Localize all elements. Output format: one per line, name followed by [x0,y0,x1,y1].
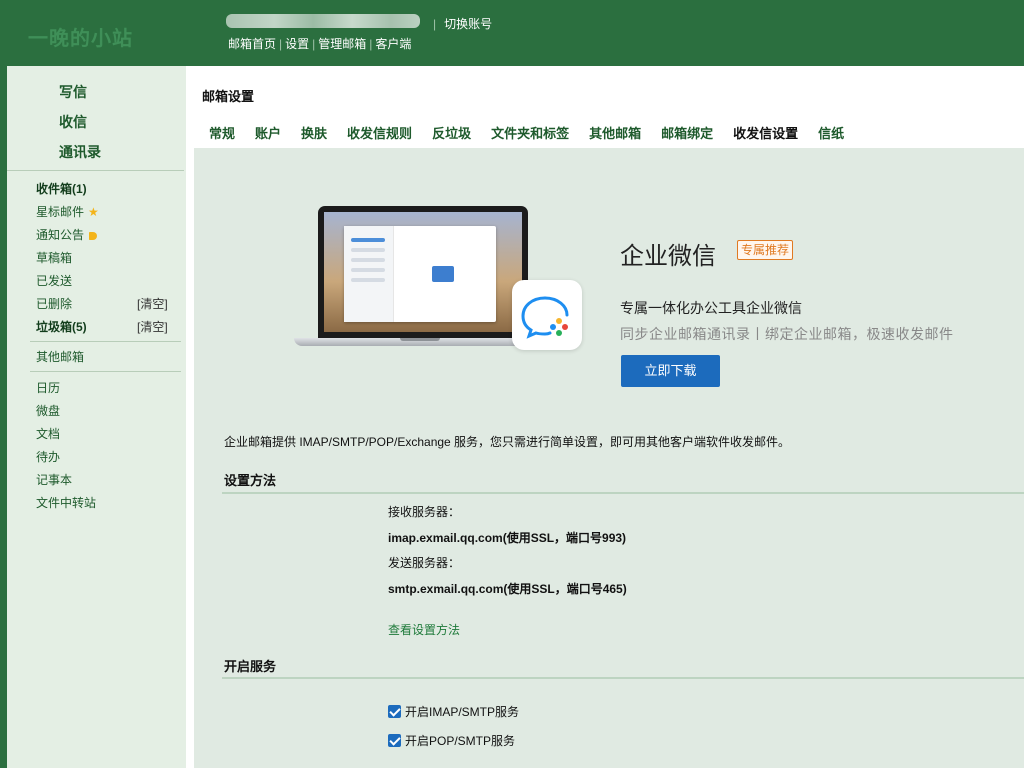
tab-mail-rules[interactable]: 收发信规则 [347,123,412,142]
folder-notices-label: 通知公告 [36,228,85,242]
contacts-button[interactable]: 通讯录 [59,142,101,162]
switch-account: | 切换账号 [433,15,492,32]
pop-smtp-option[interactable]: 开启POP/SMTP服务 [388,732,515,749]
divider [7,170,184,171]
tab-antispam[interactable]: 反垃圾 [432,123,471,142]
service-section-title: 开启服务 [224,659,277,674]
section-divider [222,677,1024,679]
folder-drafts[interactable]: 草稿箱 [36,249,72,266]
app-docs[interactable]: 文档 [36,425,60,442]
promo-subtitle: 专属一体化办公工具企业微信 [620,300,802,316]
tab-other-mailbox[interactable]: 其他邮箱 [589,123,641,142]
star-icon: ★ [88,205,99,219]
folder-sent[interactable]: 已发送 [36,272,72,289]
pop-smtp-label: 开启POP/SMTP服务 [405,734,516,748]
folder-starred[interactable]: 星标邮件 ★ [36,203,99,220]
imap-smtp-label: 开启IMAP/SMTP服务 [405,705,520,719]
app-calendar[interactable]: 日历 [36,379,60,396]
folder-deleted[interactable]: 已删除 [36,295,72,312]
envelope-icon [432,266,454,282]
nav-client[interactable]: 客户端 [375,37,411,51]
site-logo[interactable]: 一晚的小站 [28,22,133,51]
separator: | [433,17,437,31]
top-nav: 邮箱首页 | 设置 | 管理邮箱 | 客户端 [228,37,412,51]
folder-starred-label: 星标邮件 [36,205,85,219]
app-drive[interactable]: 微盘 [36,402,60,419]
tab-folders-labels[interactable]: 文件夹和标签 [491,123,569,142]
recommend-badge: 专属推荐 [737,240,794,260]
download-button[interactable]: 立即下载 [621,355,720,387]
imap-smtp-option[interactable]: 开启IMAP/SMTP服务 [388,703,519,720]
wecom-logo-icon [512,280,582,350]
sidebar: 写信 收信 通讯录 收件箱(1) 星标邮件 ★ 通知公告 草稿箱 已发送 已删除 … [7,66,186,768]
promo-description: 同步企业邮箱通讯录丨绑定企业邮箱，极速收发邮件 [620,326,954,342]
app-notes[interactable]: 记事本 [36,471,72,488]
tab-account[interactable]: 账户 [255,123,281,142]
folder-notices[interactable]: 通知公告 [36,226,98,243]
folder-inbox[interactable]: 收件箱(1) [36,180,87,197]
nav-manage-mailbox[interactable]: 管理邮箱 [318,37,366,51]
imap-smtp-checkbox[interactable] [388,705,401,718]
view-setup-help-link[interactable]: 查看设置方法 [388,621,460,638]
pop-smtp-checkbox[interactable] [388,734,401,747]
left-frame-border [0,66,7,768]
setup-section-title: 设置方法 [224,473,277,488]
send-server-value: smtp.exmail.qq.com(使用SSL，端口号465) [388,582,627,596]
nav-settings[interactable]: 设置 [285,37,309,51]
speaker-icon [89,231,98,240]
folder-spam[interactable]: 垃圾箱(5) [36,318,87,335]
mail-window-illustration [344,226,496,322]
service-intro: 企业邮箱提供 IMAP/SMTP/POP/Exchange 服务，您只需进行简单… [224,435,791,449]
recv-server-value: imap.exmail.qq.com(使用SSL，端口号993) [388,531,627,545]
compose-button[interactable]: 写信 [59,82,87,102]
recv-server-label: 接收服务器： [388,505,461,519]
settings-header: 邮箱设置 常规 账户 换肤 收发信规则 反垃圾 文件夹和标签 其他邮箱 邮箱绑定… [194,66,1024,148]
divider [30,341,181,342]
sidebar-gap [186,66,194,768]
top-header: 一晚的小站 | 切换账号 邮箱首页 | 设置 | 管理邮箱 | 客户端 [0,0,1024,66]
page-title: 邮箱设置 [202,89,255,104]
settings-content: 企业微信 专属推荐 专属一体化办公工具企业微信 同步企业邮箱通讯录丨绑定企业邮箱… [194,148,1024,768]
tab-general[interactable]: 常规 [209,123,235,142]
clear-deleted-link[interactable]: [清空] [137,295,168,312]
tab-mailbox-binding[interactable]: 邮箱绑定 [661,123,713,142]
tab-send-receive-settings[interactable]: 收发信设置 [733,123,798,142]
section-divider [222,492,1024,494]
settings-tabs: 常规 账户 换肤 收发信规则 反垃圾 文件夹和标签 其他邮箱 邮箱绑定 收发信设… [209,123,864,142]
tab-stationery[interactable]: 信纸 [818,123,844,142]
app-file-transfer[interactable]: 文件中转站 [36,494,96,511]
divider [30,371,181,372]
nav-mail-home[interactable]: 邮箱首页 [228,37,276,51]
send-server-label: 发送服务器： [388,556,461,570]
clear-spam-link[interactable]: [清空] [137,318,168,335]
switch-account-link[interactable]: 切换账号 [444,17,492,31]
other-mailbox[interactable]: 其他邮箱 [36,348,84,365]
app-todo[interactable]: 待办 [36,448,60,465]
laptop-screen [318,206,528,338]
tab-skin[interactable]: 换肤 [301,123,327,142]
account-name-blurred [226,14,420,28]
receive-button[interactable]: 收信 [59,112,87,132]
promo-title: 企业微信 [620,243,716,270]
